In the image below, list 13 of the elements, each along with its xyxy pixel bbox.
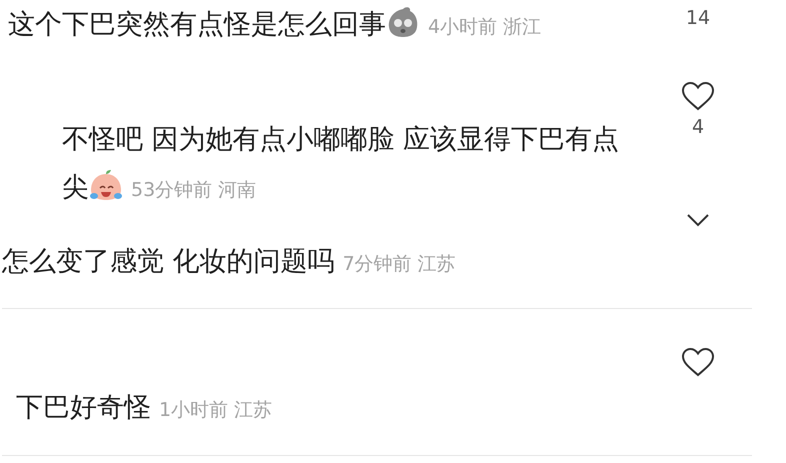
heart-icon[interactable] [681, 347, 715, 377]
chevron-down-icon[interactable] [686, 213, 710, 227]
comment-text: 下巴好奇怪 1小时前 江苏 [15, 391, 274, 425]
heart-icon[interactable] [681, 81, 715, 111]
comment-meta: 7分钟前 江苏 [342, 253, 456, 275]
comment-text: 怎么变了感觉 化妆的问题吗 7分钟前 江苏 [0, 245, 457, 279]
like-count: 4 [692, 115, 704, 139]
like-count: 14 [686, 6, 710, 30]
comment-meta: 1小时前 江苏 [159, 399, 272, 421]
comment-meta: 4小时前 浙江 [428, 16, 542, 38]
comment-meta: 53分钟前 河南 [131, 179, 256, 201]
comment-text: 不怪吧 因为她有点小嘟嘟脸 应该显得下巴有点尖 53分钟前 河南 [61, 123, 620, 205]
comment-text: 这个下巴突然有点怪是怎么回事 4小时前 浙江 [0, 1, 678, 51]
